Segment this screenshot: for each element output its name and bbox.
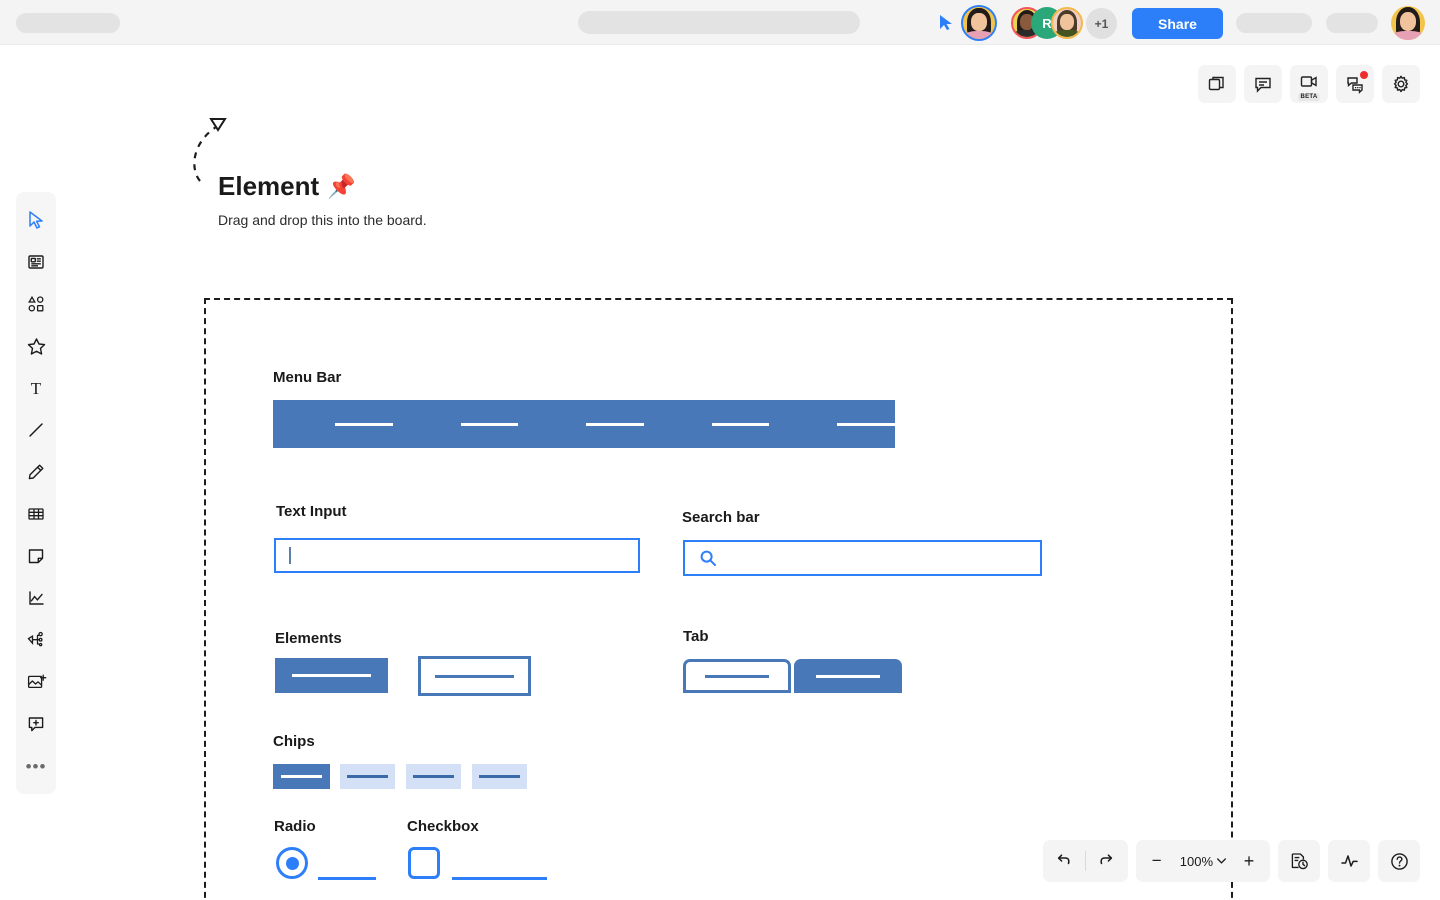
zoom-level-selector[interactable]: 100% [1178, 854, 1228, 869]
text-tool[interactable]: T [18, 368, 54, 408]
menu-item-placeholder[interactable] [837, 422, 895, 426]
comment-icon[interactable] [1244, 65, 1282, 103]
chevron-down-icon [1217, 858, 1226, 864]
pages-icon[interactable] [1198, 65, 1236, 103]
page-title-text: Element [218, 171, 320, 201]
pushpin-icon: 📌 [327, 173, 356, 199]
account-avatar[interactable] [1391, 6, 1425, 40]
chip-selected-mock[interactable] [273, 764, 330, 789]
table-tool[interactable] [18, 494, 54, 534]
menu-bar-mock[interactable] [273, 400, 895, 448]
line-tool[interactable] [18, 410, 54, 450]
chips-label: Chips [273, 733, 315, 750]
svg-text:T: T [31, 379, 42, 398]
radio-button-mock[interactable] [276, 847, 308, 879]
shapes-tool[interactable] [18, 284, 54, 324]
share-button[interactable]: Share [1132, 8, 1223, 39]
menu-item-placeholder[interactable] [335, 422, 393, 426]
page-subtitle: Drag and drop this into the board. [218, 212, 427, 228]
notification-dot [1360, 71, 1368, 79]
template-tool[interactable] [18, 242, 54, 282]
radio-label-placeholder [318, 877, 376, 880]
chat-icon[interactable] [1336, 65, 1374, 103]
checkbox-mock[interactable] [408, 847, 440, 879]
chip-mock[interactable] [406, 764, 461, 789]
search-input-field[interactable] [683, 540, 1042, 576]
elements-label: Elements [275, 630, 342, 647]
menu-item-placeholder[interactable] [586, 422, 644, 426]
board-app: R +1 Share BETA T ••• Element 📌 Drag and… [0, 0, 1440, 900]
avatar-overflow-count[interactable]: +1 [1086, 8, 1117, 39]
zoom-out-button[interactable]: − [1136, 840, 1178, 882]
more-dots-icon: ••• [25, 756, 47, 776]
help-icon[interactable] [1378, 840, 1420, 882]
redo-icon[interactable] [1086, 840, 1128, 882]
beta-badge: BETA [1298, 93, 1320, 101]
radio-inner-dot [285, 856, 299, 870]
checkbox-label: Checkbox [407, 818, 479, 835]
chip-mock[interactable] [340, 764, 395, 789]
zoom-in-button[interactable]: + [1228, 840, 1270, 882]
sticker-star-tool[interactable] [18, 326, 54, 366]
avatar[interactable] [1051, 7, 1083, 39]
bottom-toolbar: − 100% + [1042, 840, 1420, 882]
sticky-note-tool[interactable] [18, 536, 54, 576]
checkbox-label-placeholder [452, 877, 547, 880]
chart-tool[interactable] [18, 578, 54, 618]
more-tools[interactable]: ••• [18, 746, 54, 786]
text-caret [289, 547, 291, 564]
page-title: Element 📌 [218, 171, 356, 202]
text-input-field[interactable] [274, 538, 640, 573]
chip-mock[interactable] [472, 764, 527, 789]
board-menu-placeholder[interactable] [16, 13, 120, 33]
video-camera-icon[interactable]: BETA [1290, 65, 1328, 103]
select-cursor-tool[interactable] [18, 200, 54, 240]
primary-button-mock[interactable] [275, 658, 388, 693]
history-icon[interactable] [1278, 840, 1320, 882]
upload-image-tool[interactable] [18, 662, 54, 702]
search-bar-label: Search bar [682, 509, 760, 526]
undo-redo-group [1042, 840, 1128, 882]
add-comment-tool[interactable] [18, 704, 54, 744]
avatar[interactable] [961, 5, 997, 41]
toolbar-placeholder-2[interactable] [1326, 13, 1378, 33]
text-input-label: Text Input [276, 503, 347, 520]
radio-label: Radio [274, 818, 316, 835]
mindmap-tool[interactable] [18, 620, 54, 660]
tab-inactive-mock[interactable] [683, 659, 791, 693]
menu-bar-label: Menu Bar [273, 369, 342, 386]
top-bar: R +1 Share [0, 0, 1440, 45]
board-title-placeholder[interactable] [578, 11, 860, 34]
element-frame[interactable] [204, 298, 1233, 900]
undo-icon[interactable] [1043, 840, 1085, 882]
pointer-cursor-icon [938, 14, 954, 32]
zoom-level-value: 100% [1179, 853, 1213, 869]
gear-icon[interactable] [1382, 65, 1420, 103]
top-right-toolbar: BETA [1198, 65, 1420, 103]
menu-item-placeholder[interactable] [711, 422, 770, 426]
activity-icon[interactable] [1328, 840, 1370, 882]
left-tool-toolbar: T ••• [16, 192, 56, 794]
pen-tool[interactable] [18, 452, 54, 492]
toolbar-placeholder-1[interactable] [1236, 13, 1312, 33]
menu-item-placeholder[interactable] [460, 422, 519, 426]
tab-label: Tab [683, 628, 709, 645]
secondary-button-mock[interactable] [418, 656, 531, 696]
tab-active-mock[interactable] [794, 659, 902, 693]
zoom-group: − 100% + [1135, 840, 1270, 882]
search-icon [700, 550, 716, 566]
